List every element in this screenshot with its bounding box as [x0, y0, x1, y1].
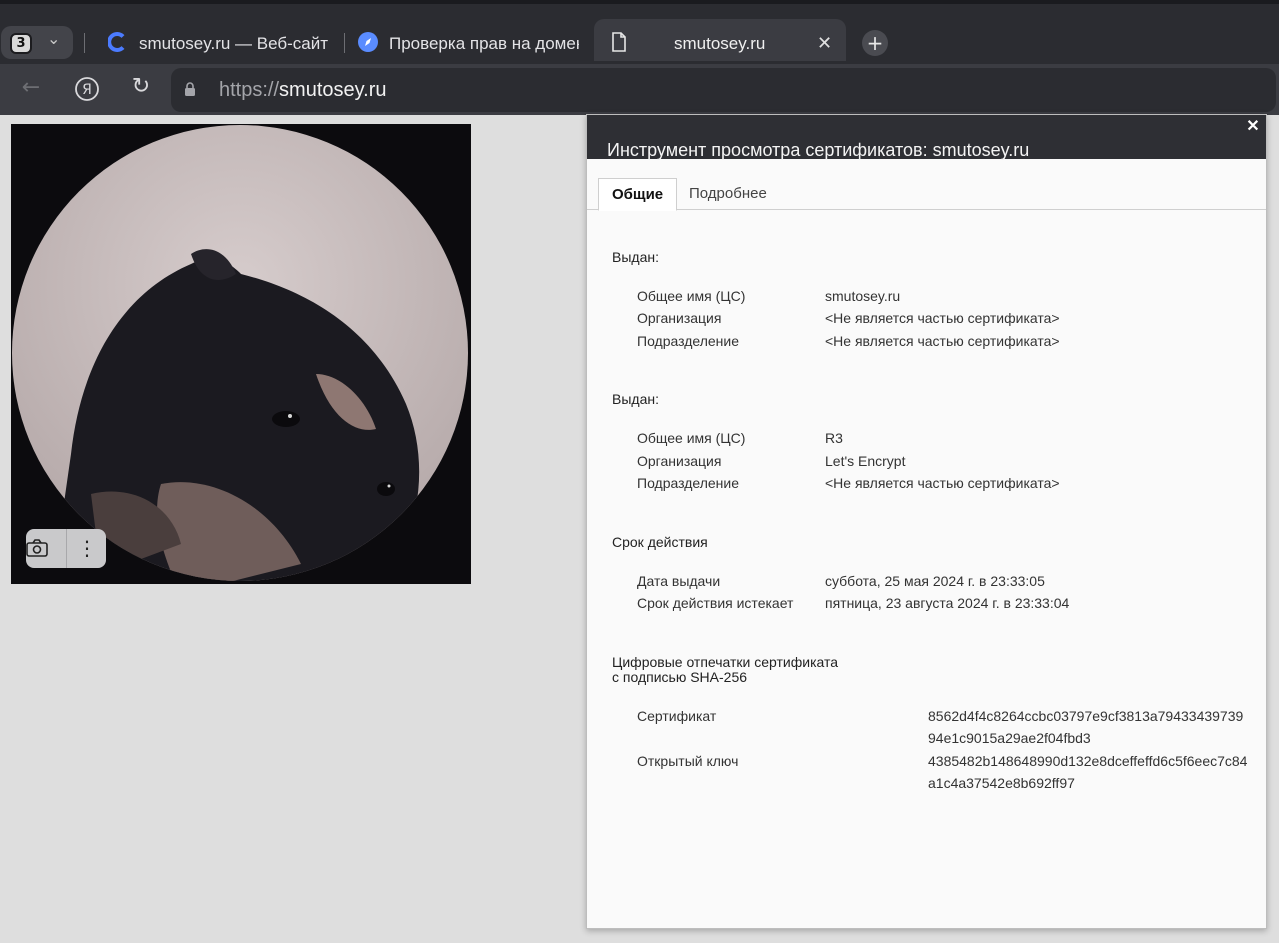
lock-icon[interactable] — [184, 81, 196, 97]
page-image-raccoon: ⋮ — [11, 124, 471, 584]
issued-by-org-label: Организация — [637, 453, 722, 469]
issued-by-heading: Выдан: — [612, 391, 659, 407]
tab-title: smutosey.ru — [674, 34, 766, 53]
issued-by-ou-label: Подразделение — [637, 475, 740, 491]
close-tab-icon[interactable]: ✕ — [817, 33, 832, 54]
tab-count-badge: 3 — [10, 33, 32, 54]
validity-heading: Срок действия — [612, 534, 708, 550]
fingerprints-subheading: с подписью SHA-256 — [612, 669, 748, 685]
issued-by-org-value: Let's Encrypt — [825, 453, 906, 469]
dialog-title: Инструмент просмотра сертификатов: smuto… — [607, 140, 1030, 160]
raccoon-photo — [12, 125, 468, 581]
issued-to-heading: Выдан: — [612, 249, 659, 265]
yandex-icon[interactable]: Я — [73, 76, 101, 108]
tab-separator — [344, 33, 345, 53]
issued-to-org-label: Организация — [637, 310, 722, 326]
issued-to-ou-label: Подразделение — [637, 333, 740, 349]
dialog-header: Инструмент просмотра сертификатов: smuto… — [587, 115, 1266, 160]
image-tools-panel: ⋮ — [26, 529, 106, 568]
cloud-icon — [107, 32, 128, 52]
tab-smutosey-active[interactable]: smutosey.ru ✕ — [594, 19, 846, 61]
cert-fingerprint-value: 8562d4f4c8264ccbc03797e9cf3813a794334397… — [928, 708, 1244, 746]
address-bar[interactable]: https://smutosey.ru — [171, 68, 1276, 112]
url-host: smutosey.ru — [279, 79, 387, 101]
document-icon — [610, 32, 630, 52]
back-arrow-icon[interactable]: ← — [17, 75, 45, 100]
chevron-down-icon: ⌄ — [47, 29, 61, 48]
expiry-date-value: пятница, 23 августа 2024 г. в 23:33:04 — [825, 595, 1070, 611]
tab-title: Проверка прав на домен — [389, 34, 579, 53]
issued-by-ou-value: <Не является частью сертификата> — [825, 475, 1060, 491]
issued-by-cn-value: R3 — [825, 430, 843, 446]
tab-separator — [84, 33, 85, 53]
tab-title: smutosey.ru — Веб-сайт | — [139, 34, 329, 53]
compass-icon — [358, 32, 378, 52]
key-fingerprint-label: Открытый ключ — [637, 753, 739, 769]
tab-group-button[interactable]: 3 ⌄ — [1, 26, 73, 59]
issued-to-ou-value: <Не является частью сертификата> — [825, 333, 1060, 349]
svg-text:Я: Я — [82, 82, 92, 98]
issued-to-cn-value: smutosey.ru — [825, 288, 901, 304]
fingerprints-heading: Цифровые отпечатки сертификата — [612, 654, 839, 670]
issued-to-org-value: <Не является частью сертификата> — [825, 310, 1060, 326]
url-scheme: https:// — [219, 79, 280, 101]
issued-to-cn-label: Общее имя (ЦС) — [637, 288, 746, 304]
expiry-date-label: Срок действия истекает — [637, 595, 794, 611]
camera-search-icon[interactable] — [26, 529, 66, 568]
more-vertical-icon[interactable]: ⋮ — [67, 529, 107, 568]
tab-details[interactable]: Подробнее — [676, 178, 780, 211]
issued-date-value: суббота, 25 мая 2024 г. в 23:33:05 — [825, 573, 1045, 589]
tab-general[interactable]: Общие — [598, 178, 678, 211]
navigation-toolbar: ← Я ↻ https://smutosey.ru — [0, 64, 1279, 115]
url-text: https://smutosey.ru — [219, 79, 386, 102]
cert-fingerprint-label: Сертификат — [637, 708, 717, 724]
cert-tabs: Общие Подробнее — [587, 176, 1266, 211]
tab-domain-verification[interactable]: Проверка прав на домен — [358, 26, 584, 66]
certificate-viewer-dialog: Инструмент просмотра сертификатов: smuto… — [586, 114, 1267, 929]
reload-icon[interactable]: ↻ — [127, 74, 155, 99]
new-tab-button[interactable]: + — [862, 30, 888, 56]
issued-by-cn-label: Общее имя (ЦС) — [637, 430, 746, 446]
key-fingerprint-value: 4385482b148648990d132e8dceffeffd6c5f6eec… — [928, 753, 1248, 791]
tab-smutosey-website[interactable]: smutosey.ru — Веб-сайт | — [107, 26, 332, 66]
issued-date-label: Дата выдачи — [637, 573, 721, 589]
tab-bar: 3 ⌄ smutosey.ru — Веб-сайт | Проверка пр… — [0, 4, 1279, 64]
close-icon[interactable]: ✕ — [1244, 118, 1262, 136]
